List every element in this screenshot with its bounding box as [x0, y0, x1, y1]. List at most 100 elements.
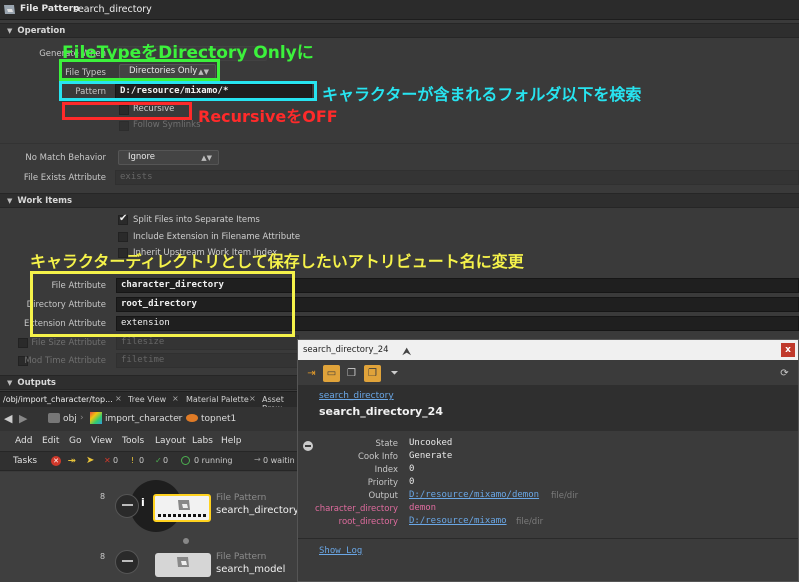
waiting-count: 0 waitin [263, 456, 295, 465]
duplicate-icon[interactable]: ❐ [364, 365, 381, 382]
success-icon: ✓ [155, 456, 162, 465]
topnet-icon [186, 414, 198, 422]
bypass-button[interactable] [115, 494, 139, 518]
node-type-icon [4, 5, 15, 14]
refresh-icon[interactable]: ⟳ [776, 365, 793, 382]
node1-name-label[interactable]: search_directory [216, 505, 299, 516]
file-exists-label: File Exists Attribute [23, 173, 106, 183]
cook-upstream-icon[interactable]: ⯮ [68, 455, 76, 466]
green-annotation-text: FileTypeをDirectory Onlyに [62, 43, 314, 63]
tasks-bar: Tasks ✕ ⯮ ➤ ✕ 0 ! 0 ✓ 0 0 running → 0 wa… [0, 451, 300, 471]
separator [298, 538, 798, 539]
work-items-section-header[interactable]: ▼ Work Items [0, 193, 799, 208]
error-count: 0 [113, 456, 119, 465]
root-directory-value[interactable]: D:/resource/mixamo [409, 516, 507, 526]
node-input-count: 8 [100, 492, 106, 501]
root-directory-label: root_directory [338, 517, 398, 527]
tab-network-path[interactable]: /obj/import_character/top... [3, 395, 113, 404]
output-label: Output [368, 491, 398, 501]
state-value: Uncooked [409, 438, 453, 448]
menu-tools[interactable]: Tools [122, 436, 144, 446]
show-log-link[interactable]: Show Log [319, 546, 362, 556]
obj-context-icon [48, 413, 60, 423]
no-match-dropdown[interactable]: Ignore ▲▼ [118, 150, 219, 165]
breadcrumb-obj[interactable]: obj [63, 414, 77, 424]
priority-label: Priority [367, 478, 398, 488]
network-menu-bar: Add Edit Go View Tools Layout Labs Help [0, 433, 300, 450]
cyan-annotation-text: キャラクターが含まれるフォルダ以下を検索 [322, 85, 642, 104]
mouse-cursor-icon: ⮝ [402, 345, 412, 358]
mod-time-label: Mod Time Attribute [24, 356, 106, 366]
node-search-model[interactable] [155, 553, 211, 577]
info-icon[interactable]: i [141, 496, 145, 509]
menu-help[interactable]: Help [221, 436, 242, 446]
forward-arrow-icon[interactable]: ▶ [19, 412, 27, 425]
file-exists-input[interactable]: exists [115, 170, 799, 185]
copy-icon[interactable]: ❐ [343, 365, 360, 382]
breadcrumb-import-character[interactable]: import_character [105, 414, 182, 424]
mod-time-input[interactable]: filetime [116, 353, 299, 368]
close-button[interactable]: x [781, 343, 795, 357]
tab-tree-view[interactable]: Tree View [128, 395, 166, 404]
warning-count: 0 [139, 456, 145, 465]
file-size-label: File Size Attribute [31, 338, 106, 348]
cancel-icon[interactable]: ✕ [51, 456, 61, 466]
breadcrumb-separator-icon: › [177, 413, 181, 423]
checkmark-icon: ✔ [119, 213, 128, 224]
filter-icon[interactable]: ⏷ [386, 365, 403, 382]
split-files-checkbox[interactable]: ✔ [118, 213, 128, 225]
popup-header-area: search_directory search_directory_24 [298, 385, 798, 431]
menu-edit[interactable]: Edit [42, 436, 59, 446]
pane-tab-bar: /obj/import_character/top... × Tree View… [0, 391, 300, 413]
no-match-label: No Match Behavior [25, 153, 106, 163]
cook-info-label: Cook Info [357, 452, 398, 462]
collapse-triangle-icon: ▼ [7, 379, 13, 387]
menu-add[interactable]: Add [15, 436, 32, 446]
file-size-input[interactable]: filesize [116, 335, 299, 350]
bypass-button[interactable] [115, 550, 139, 574]
error-icon: ✕ [104, 456, 111, 465]
back-arrow-icon[interactable]: ◀ [4, 412, 12, 425]
menu-labs[interactable]: Labs [192, 436, 213, 446]
tab-material-palette[interactable]: Material Palette [186, 395, 249, 404]
minus-icon [122, 504, 133, 506]
character-directory-value: demon [409, 503, 437, 513]
yellow-annotation-text: キャラクターディレクトリとして保存したいアトリビュート名に変更 [30, 252, 524, 271]
node2-name-label[interactable]: search_model [216, 564, 285, 575]
output-connector[interactable] [183, 538, 189, 544]
file-pattern-icon [178, 500, 190, 510]
network-nav-bar: ◀ ▶ obj › import_character › topnet1 [0, 407, 300, 431]
close-icon[interactable]: × [115, 394, 122, 403]
geo-node-icon [90, 412, 102, 424]
state-label: State [375, 439, 399, 449]
running-count: 0 running [194, 456, 233, 465]
work-item-info-window: search_directory_24 x ⮝ ⇥ ▭ ❐ ❐ ⏷ ⟳ sear… [297, 339, 799, 582]
node-search-directory[interactable] [153, 494, 211, 522]
breadcrumb-topnet[interactable]: topnet1 [201, 414, 236, 424]
operation-section-header[interactable]: ▼ Operation [0, 23, 799, 38]
follow-symlinks-label: Follow Symlinks [133, 120, 201, 130]
node-link[interactable]: search_directory [319, 391, 394, 401]
output-value[interactable]: D:/resource/mixamo/demon [409, 490, 539, 500]
close-icon[interactable]: × [249, 394, 256, 403]
include-extension-label: Include Extension in Filename Attribute [133, 232, 301, 242]
collapse-triangle-icon: ▼ [7, 197, 13, 205]
include-extension-checkbox[interactable] [118, 232, 128, 242]
pin-icon[interactable]: ⇥ [303, 365, 320, 382]
red-annotation-text: RecursiveをOFF [198, 107, 338, 126]
yellow-annotation-box [30, 271, 295, 337]
menu-view[interactable]: View [91, 436, 112, 446]
work-item-dots [158, 514, 208, 517]
node-name-field[interactable]: search_directory [73, 4, 152, 15]
outputs-section-header[interactable]: ▼ Outputs [0, 375, 300, 390]
cook-output-icon[interactable]: ➤ [86, 455, 94, 466]
network-editor[interactable]: 8 i File Pattern search_directory 8 File… [0, 472, 300, 582]
menu-go[interactable]: Go [69, 436, 81, 446]
priority-value: 0 [409, 477, 415, 487]
close-icon[interactable]: × [172, 394, 179, 403]
folder-icon[interactable]: ▭ [323, 365, 340, 382]
menu-layout[interactable]: Layout [155, 436, 186, 446]
follow-symlinks-checkbox[interactable] [119, 121, 129, 131]
separator [0, 143, 799, 144]
parameter-titlebar: File Pattern search_directory [0, 0, 799, 20]
